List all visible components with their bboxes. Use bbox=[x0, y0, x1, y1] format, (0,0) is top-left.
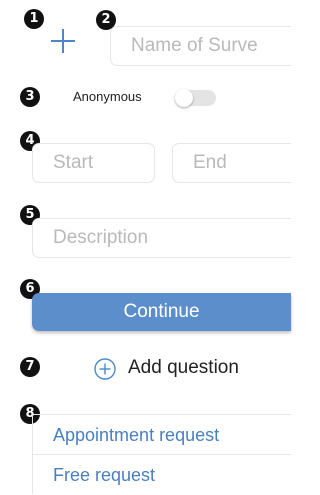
description-placeholder: Description bbox=[53, 227, 149, 248]
start-date-placeholder: Start bbox=[53, 152, 94, 173]
request-type-list: Appointment request Free request bbox=[32, 414, 291, 494]
plus-circle-icon[interactable] bbox=[94, 358, 116, 380]
end-date-placeholder: End bbox=[193, 152, 227, 173]
callout-badge-1: 1 bbox=[24, 9, 44, 29]
callout-badge-3: 3 bbox=[20, 87, 40, 107]
add-question-button[interactable]: Add question bbox=[128, 357, 239, 379]
survey-name-input[interactable]: Name of Surve bbox=[110, 26, 291, 66]
toggle-knob bbox=[175, 89, 193, 107]
anonymous-toggle[interactable] bbox=[175, 89, 216, 107]
anonymous-label: Anonymous bbox=[73, 89, 142, 104]
end-date-input[interactable]: End bbox=[172, 143, 291, 183]
start-date-input[interactable]: Start bbox=[32, 143, 155, 183]
description-input[interactable]: Description bbox=[32, 218, 291, 258]
continue-button[interactable]: Continue bbox=[32, 293, 291, 331]
survey-name-placeholder: Name of Surve bbox=[131, 35, 258, 56]
callout-badge-7: 7 bbox=[20, 357, 40, 377]
plus-icon-stroke-horizontal bbox=[51, 40, 75, 42]
list-item-appointment-request[interactable]: Appointment request bbox=[32, 414, 291, 454]
list-item-free-request[interactable]: Free request bbox=[32, 454, 291, 494]
